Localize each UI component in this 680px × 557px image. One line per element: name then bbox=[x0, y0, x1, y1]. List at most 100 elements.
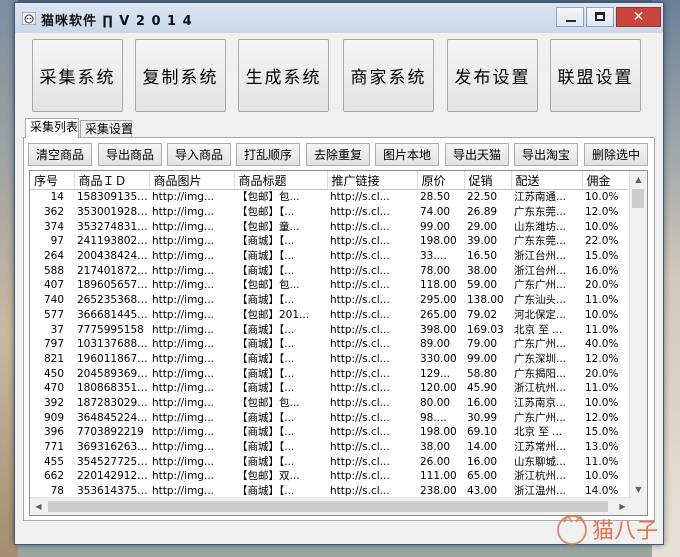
table-cell: http://s.cl... bbox=[330, 455, 390, 468]
generate-system-button[interactable]: 生成系统 bbox=[238, 39, 329, 112]
table-row[interactable]: 577 36668144551 http://img... 【包邮】201... htt… bbox=[30, 308, 631, 323]
table-cell: 10313768849 bbox=[77, 338, 149, 351]
table-cell: 【商城】【... bbox=[237, 250, 295, 263]
watermark-logo: 猫八子 bbox=[557, 514, 658, 545]
table-row[interactable]: 455 35452772502 http://img... 【商城】【... http:… bbox=[30, 454, 631, 469]
table-cell: 【包邮】童... bbox=[237, 220, 300, 233]
table-cell: 【包邮】包... bbox=[237, 279, 300, 292]
table-cell: 北京 至 ... bbox=[514, 426, 563, 439]
table-row[interactable]: 37 7775995158 http://img... 【商城】【... http://… bbox=[30, 322, 631, 337]
table-header-row: 序号 商品ＩＤ 商品图片 商品标题 推广链接 原价 促销 配送 佣金 bbox=[30, 171, 632, 190]
table-row[interactable]: 740 26523536844 http://img... 【商城】【... http:… bbox=[30, 293, 631, 308]
table-row[interactable]: 14 15830913553 http://img... 【包邮】包... http:/… bbox=[30, 190, 631, 205]
alliance-settings-button[interactable]: 联盟设置 bbox=[550, 39, 641, 112]
table-cell: 12.0% bbox=[585, 411, 619, 424]
scroll-left-icon[interactable]: ◀ bbox=[30, 498, 47, 515]
export-taobao-button[interactable]: 导出淘宝 bbox=[514, 143, 578, 166]
export-tmall-button[interactable]: 导出天猫 bbox=[445, 143, 509, 166]
scroll-up-icon[interactable]: ▲ bbox=[630, 171, 647, 188]
table-cell: 35452772502 bbox=[77, 455, 149, 468]
table-cell: http://img... bbox=[152, 264, 214, 277]
horizontal-scroll-thumb[interactable] bbox=[48, 501, 608, 512]
table-row[interactable]: 821 19601186724 http://img... 【商城】【... http:… bbox=[30, 352, 631, 367]
table-cell: 265.00 bbox=[420, 308, 457, 321]
delete-selected-button[interactable]: 删除选中 bbox=[584, 143, 648, 166]
import-items-button[interactable]: 导入商品 bbox=[167, 143, 231, 166]
table-cell: 【商城】【... bbox=[237, 294, 295, 307]
close-button[interactable]: ✕ bbox=[616, 7, 661, 27]
table-row[interactable]: 797 10313768849 http://img... 【商城】【... http:… bbox=[30, 337, 631, 352]
table-cell: 广东广州... bbox=[514, 279, 567, 292]
column-header[interactable]: 促销 bbox=[464, 171, 512, 190]
title-bar[interactable]: 猫咪软件 ∏ V 2 0 1 4 ✕ bbox=[15, 3, 663, 33]
table-cell: http://img... bbox=[152, 470, 214, 483]
table-cell: 18086835116 bbox=[77, 382, 149, 395]
table-cell: 16.0% bbox=[585, 264, 619, 277]
close-icon: ✕ bbox=[632, 9, 645, 25]
scroll-down-icon[interactable]: ▼ bbox=[630, 481, 647, 498]
table-cell: 12.0% bbox=[585, 206, 619, 219]
collect-system-button[interactable]: 采集系统 bbox=[32, 39, 123, 112]
table-row[interactable]: 396 7703892219 http://img... 【商城】【... http:/… bbox=[30, 425, 631, 440]
table-row[interactable]: 662 22014291278 http://img... 【包邮】双... http:… bbox=[30, 469, 631, 484]
product-table[interactable]: 序号 商品ＩＤ 商品图片 商品标题 推广链接 原价 促销 配送 佣金 14 158… bbox=[29, 170, 648, 516]
table-cell: http://img... bbox=[152, 191, 214, 204]
maximize-button[interactable] bbox=[586, 7, 614, 27]
export-items-button[interactable]: 导出商品 bbox=[98, 143, 162, 166]
publish-settings-button[interactable]: 发布设置 bbox=[447, 39, 538, 112]
table-row[interactable]: 771 36931626346 http://img... 【商城】【... http:… bbox=[30, 440, 631, 455]
table-cell: 45.90 bbox=[467, 382, 498, 395]
copy-system-button[interactable]: 复制系统 bbox=[135, 39, 226, 112]
table-cell: 22.0% bbox=[585, 235, 619, 248]
table-cell: 11.0% bbox=[585, 382, 619, 395]
table-cell: 山东潍坊... bbox=[514, 220, 567, 233]
table-cell: 10.0% bbox=[585, 308, 619, 321]
table-row[interactable]: 470 18086835116 http://img... 【商城】【... http:… bbox=[30, 381, 631, 396]
table-row[interactable]: 97 24119380204 http://img... 【商城】【... http:/… bbox=[30, 234, 631, 249]
minimize-button[interactable] bbox=[556, 7, 584, 27]
table-cell: 广东汕头... bbox=[514, 294, 567, 307]
table-cell: http://s.cl... bbox=[330, 367, 390, 380]
table-row[interactable]: 362 35300192859 http://img... 【包邮】【... http:… bbox=[30, 205, 631, 220]
table-row[interactable]: 588 21740187213 http://img... 【商城】【... http:… bbox=[30, 263, 631, 278]
column-header[interactable]: 商品标题 bbox=[234, 171, 328, 190]
table-cell: 118.00 bbox=[420, 279, 457, 292]
table-cell: http://s.cl... bbox=[330, 426, 390, 439]
table-row[interactable]: 264 20043842403 http://img... 【商城】【... http:… bbox=[30, 249, 631, 264]
column-header[interactable]: 佣金 bbox=[582, 171, 632, 190]
table-row[interactable]: 407 18960565768 http://img... 【包邮】包... http:… bbox=[30, 278, 631, 293]
table-cell: 99.00 bbox=[467, 352, 498, 365]
table-row[interactable]: 450 20458936983 http://img... 【商城】【... http:… bbox=[30, 366, 631, 381]
merchant-system-button[interactable]: 商家系统 bbox=[343, 39, 434, 112]
horizontal-scrollbar[interactable]: ◀ ▶ bbox=[30, 497, 631, 515]
table-cell: 26.89 bbox=[467, 206, 498, 219]
table-cell: 广东广州... bbox=[514, 338, 567, 351]
table-cell: 662 bbox=[43, 470, 64, 483]
table-cell: 37 bbox=[50, 323, 64, 336]
vertical-scrollbar[interactable]: ▲ ▼ bbox=[629, 171, 647, 498]
vertical-scroll-thumb[interactable] bbox=[632, 189, 644, 208]
column-header[interactable]: 序号 bbox=[30, 171, 75, 190]
tab-collect-settings[interactable]: 采集设置 bbox=[80, 120, 133, 138]
local-images-button[interactable]: 图片本地 bbox=[375, 143, 439, 166]
table-cell: http://img... bbox=[152, 396, 214, 409]
table-cell: 22.50 bbox=[467, 191, 498, 204]
table-cell: 39.00 bbox=[467, 235, 498, 248]
remove-duplicates-button[interactable]: 去除重复 bbox=[306, 143, 370, 166]
shuffle-order-button[interactable]: 打乱顺序 bbox=[236, 143, 300, 166]
column-header[interactable]: 原价 bbox=[417, 171, 465, 190]
table-cell: 59.00 bbox=[467, 279, 498, 292]
table-cell: 65.00 bbox=[467, 470, 498, 483]
table-cell: 广东广州... bbox=[514, 411, 567, 424]
column-header[interactable]: 推广链接 bbox=[327, 171, 418, 190]
table-row[interactable]: 374 35327483192 http://img... 【包邮】童... http:… bbox=[30, 219, 631, 234]
table-cell: 821 bbox=[43, 352, 64, 365]
column-header[interactable]: 配送 bbox=[511, 171, 583, 190]
tab-collect-list[interactable]: 采集列表 bbox=[25, 118, 79, 138]
table-row[interactable]: 392 18728302992 http://img... 【包邮】包... http:… bbox=[30, 396, 631, 411]
clear-items-button[interactable]: 清空商品 bbox=[28, 143, 92, 166]
watermark-text: 猫八子 bbox=[592, 519, 658, 544]
column-header[interactable]: 商品ＩＤ bbox=[74, 171, 150, 190]
table-row[interactable]: 909 36484522405 http://img... 【商城】【... http:… bbox=[30, 410, 631, 425]
column-header[interactable]: 商品图片 bbox=[149, 171, 235, 190]
